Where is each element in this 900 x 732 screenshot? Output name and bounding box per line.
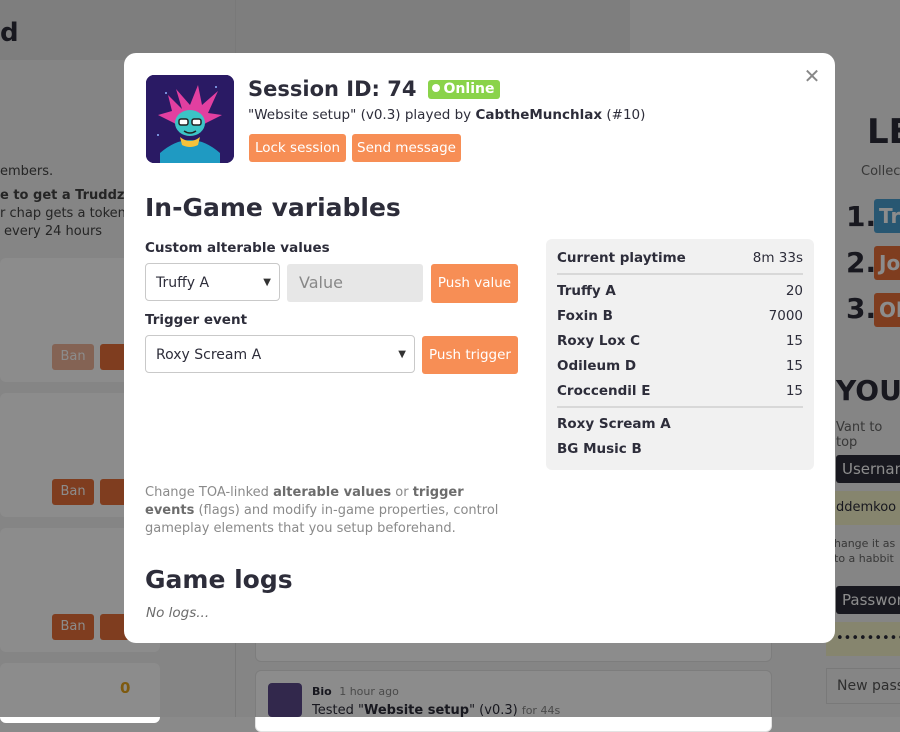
variables-panel: Current playtime 8m 33s Truffy A 20 Foxi…	[546, 239, 814, 470]
value-amount: 15	[785, 333, 803, 349]
desc-part: Change TOA-linked	[145, 485, 274, 500]
player-avatar	[146, 75, 234, 163]
event-row: Roxy Scream A	[557, 416, 803, 432]
value-name: Foxin B	[557, 308, 613, 324]
close-icon[interactable]: ✕	[801, 65, 823, 87]
value-row: Foxin B 7000	[557, 308, 803, 324]
status-badge-label: Online	[443, 80, 495, 97]
value-name: Roxy Lox C	[557, 333, 641, 349]
custom-values-label: Custom alterable values	[145, 240, 330, 256]
variables-heading: In-Game variables	[145, 193, 401, 222]
value-name: Croccendil E	[557, 383, 651, 399]
send-message-button[interactable]: Send message	[352, 134, 461, 162]
value-amount: 7000	[768, 308, 803, 324]
played-prefix: "Website setup" (v0.3) played by	[248, 107, 476, 123]
logs-heading: Game logs	[145, 565, 293, 594]
player-name[interactable]: CabtheMunchlax	[475, 107, 602, 123]
value-row: Roxy Lox C 15	[557, 333, 803, 349]
value-amount: 15	[785, 358, 803, 374]
push-trigger-button[interactable]: Push trigger	[422, 336, 518, 374]
no-logs-text: No logs...	[146, 605, 210, 621]
variables-description: Change TOA-linked alterable values or tr…	[145, 484, 515, 538]
value-amount: 15	[785, 383, 803, 399]
playtime-label: Current playtime	[557, 250, 686, 266]
divider	[557, 406, 803, 408]
trigger-event-selected: Roxy Scream A	[156, 347, 262, 363]
status-badge: Online	[427, 79, 501, 99]
value-input[interactable]: Value	[287, 264, 423, 302]
value-name: Odileum D	[557, 358, 637, 374]
divider	[557, 273, 803, 275]
desc-part: (flags) and modify in-game properties, c…	[145, 503, 499, 536]
event-name: Roxy Scream A	[557, 416, 671, 432]
session-header: Session ID: 74 Online	[248, 77, 501, 101]
push-value-button[interactable]: Push value	[431, 264, 518, 303]
value-row: Croccendil E 15	[557, 383, 803, 399]
player-suffix: (#10)	[602, 107, 646, 123]
trigger-event-select[interactable]: Roxy Scream A ▼	[145, 335, 415, 373]
chevron-down-icon: ▼	[263, 277, 271, 288]
playtime-value: 8m 33s	[752, 250, 803, 266]
lock-session-button[interactable]: Lock session	[249, 134, 346, 162]
custom-value-selected: Truffy A	[156, 275, 210, 291]
played-by-text: "Website setup" (v0.3) played by CabtheM…	[248, 107, 645, 123]
value-row: Odileum D 15	[557, 358, 803, 374]
desc-bold: alterable values	[273, 485, 392, 500]
event-name: BG Music B	[557, 441, 642, 457]
avatar-illustration	[146, 75, 234, 163]
custom-value-select[interactable]: Truffy A ▼	[145, 263, 280, 301]
session-modal: ✕ Session ID: 74 Online "Website setup" …	[124, 53, 835, 643]
value-row: Truffy A 20	[557, 283, 803, 299]
value-amount: 20	[785, 283, 803, 299]
playtime-row: Current playtime 8m 33s	[557, 250, 803, 266]
value-name: Truffy A	[557, 283, 616, 299]
event-row: BG Music B	[557, 441, 803, 457]
chevron-down-icon: ▼	[398, 349, 406, 360]
desc-part: or	[391, 485, 413, 500]
online-dot-icon	[431, 83, 440, 92]
session-title: Session ID: 74	[248, 77, 417, 101]
trigger-event-label: Trigger event	[145, 312, 248, 328]
